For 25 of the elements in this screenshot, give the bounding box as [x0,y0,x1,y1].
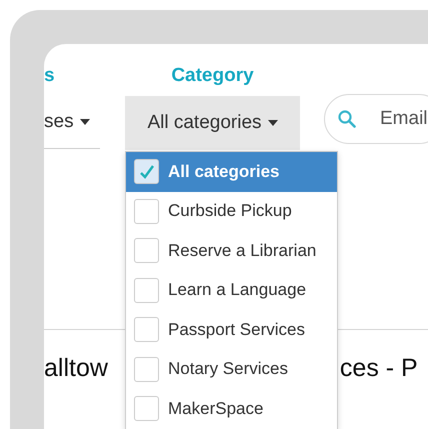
filter-label: s [44,64,56,88]
checkbox[interactable] [134,356,159,382]
filter-label: Category [170,64,255,88]
menu-item[interactable]: All categories [126,152,337,192]
caret-icon [80,119,90,125]
menu-item[interactable]: Reserve a Librarian [126,231,337,270]
page-heading: ces - P [340,354,418,383]
page-heading: alltow [44,354,108,383]
menu-item[interactable]: Curbside Pickup [126,192,337,231]
menu-item[interactable]: Learn a Language [126,270,337,310]
checkbox[interactable] [134,396,159,422]
checkbox[interactable] [134,317,159,342]
checkbox[interactable] [134,198,159,224]
menu-item[interactable]: Passport Services [126,310,337,350]
caret-icon [268,120,278,126]
category-dropdown[interactable]: All categories [125,96,300,150]
search-icon [338,110,356,128]
checkbox[interactable] [134,159,159,184]
checkbox[interactable] [134,278,159,303]
menu-item[interactable]: MakerSpace [126,389,337,428]
filter-dropdown[interactable]: ses [44,96,100,149]
menu-item[interactable]: Notary Services [126,350,337,389]
check-icon [138,164,154,179]
search-field[interactable]: Email [324,94,428,144]
checkbox[interactable] [134,238,159,264]
